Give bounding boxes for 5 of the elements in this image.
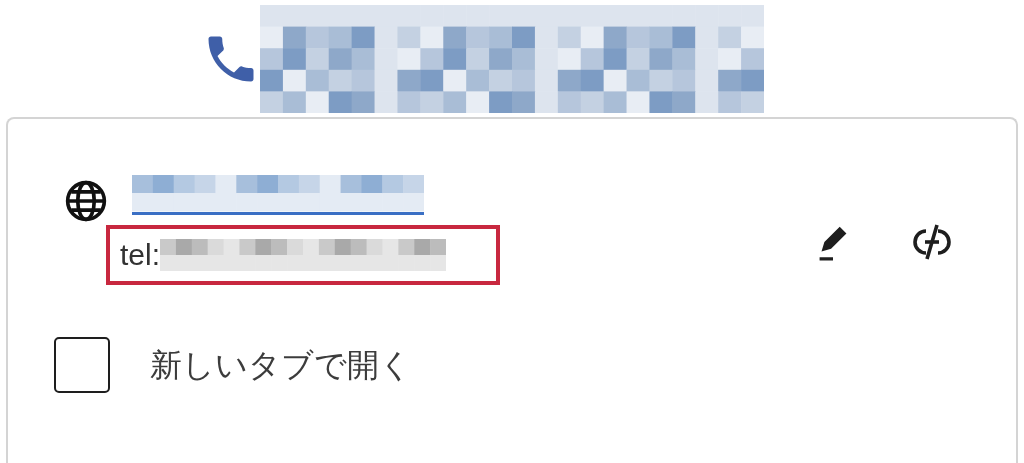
globe-icon — [64, 179, 108, 223]
link-url: tel: — [120, 240, 161, 270]
checkbox-label: 新しいタブで開く — [150, 345, 412, 386]
pixelated-link[interactable] — [132, 175, 424, 215]
checkbox[interactable] — [54, 337, 110, 393]
